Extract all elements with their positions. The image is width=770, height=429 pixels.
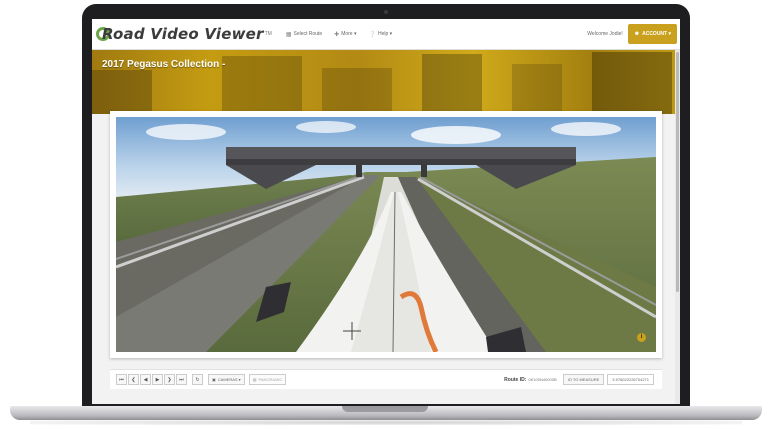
road-video-frame[interactable]: i — [116, 117, 656, 352]
crosshair-icon — [343, 322, 361, 340]
brand-trademark: TM — [264, 31, 272, 37]
brand-name: Road Video Viewer — [102, 25, 264, 43]
refresh-button[interactable]: ↻ — [192, 374, 203, 385]
brand-logo[interactable]: Road Video Viewer TM — [96, 25, 272, 43]
route-id-value: 0K100N40000B — [528, 377, 557, 382]
user-icon: ☻ — [633, 31, 641, 37]
nav-more-label: More ▾ — [341, 31, 357, 37]
cameras-dropdown[interactable]: ▣ CAMERAS ▾ — [208, 374, 245, 385]
info-icon[interactable]: i — [637, 333, 646, 342]
play-button[interactable]: ▶ — [152, 374, 163, 385]
playback-button-group: ⏮ ❮ ◀ ▶ ❯ ⏭ — [116, 374, 188, 385]
route-info: Route ID: 0K100N40000B IO TO MEASURE 3.9… — [504, 374, 654, 385]
camera-icon: ▣ — [212, 377, 216, 382]
page-scrollbar[interactable] — [675, 50, 680, 404]
coordinate-readout: 3.976022226704271 — [607, 374, 654, 385]
app-screen: Road Video Viewer TM ▦ Select Route ✚ Mo… — [92, 19, 680, 404]
panoramic-button[interactable]: ▦ PANORAMIC — [248, 374, 287, 385]
welcome-text: Welcome Jodie! — [587, 31, 623, 37]
cameras-dropdown-label: CAMERAS ▾ — [217, 377, 241, 382]
panoramic-button-label: PANORAMIC — [258, 377, 283, 382]
nav-select-route-label: Select Route — [293, 31, 323, 37]
skip-to-end-button[interactable]: ⏭ — [176, 374, 187, 385]
step-back-button[interactable]: ❮ — [128, 374, 139, 385]
nav-help[interactable]: ❔ Help ▾ — [368, 31, 392, 38]
measure-button[interactable]: IO TO MEASURE — [562, 374, 605, 385]
plus-icon: ✚ — [334, 31, 340, 38]
collection-banner: 2017 Pegasus Collection - — [92, 50, 680, 114]
play-reverse-button[interactable]: ◀ — [140, 374, 151, 385]
account-button-label: ACCOUNT ▾ — [642, 31, 671, 37]
road-video-image — [116, 117, 656, 352]
nav-more[interactable]: ✚ More ▾ — [334, 31, 356, 38]
laptop-notch — [342, 406, 428, 412]
skip-to-start-button[interactable]: ⏮ — [116, 374, 127, 385]
nav-links: ▦ Select Route ✚ More ▾ ❔ Help ▾ — [286, 31, 404, 38]
question-icon: ❔ — [368, 31, 376, 38]
laptop-shadow — [30, 420, 742, 425]
panoramic-icon: ▦ — [252, 377, 257, 382]
road-icon: ▦ — [285, 31, 292, 38]
collection-title: 2017 Pegasus Collection - — [102, 59, 226, 70]
route-id-label: Route ID: — [504, 376, 527, 383]
step-forward-button[interactable]: ❯ — [164, 374, 175, 385]
top-navbar: Road Video Viewer TM ▦ Select Route ✚ Mo… — [92, 19, 680, 50]
scrollbar-thumb[interactable] — [676, 52, 679, 292]
laptop-lid: Road Video Viewer TM ▦ Select Route ✚ Mo… — [82, 4, 690, 408]
nav-right: Welcome Jodie! ☻ ACCOUNT ▾ — [587, 24, 680, 44]
video-viewer-card: i — [110, 111, 662, 358]
account-button[interactable]: ☻ ACCOUNT ▾ — [627, 24, 677, 44]
laptop-base — [10, 406, 762, 420]
playback-controls: ⏮ ❮ ◀ ▶ ❯ ⏭ ↻ ▣ CAMERAS ▾ ▦ PANORAMIC Ro… — [110, 369, 662, 389]
webcam-dot — [384, 10, 388, 14]
nav-select-route[interactable]: ▦ Select Route — [286, 31, 322, 38]
nav-help-label: Help ▾ — [377, 31, 393, 37]
